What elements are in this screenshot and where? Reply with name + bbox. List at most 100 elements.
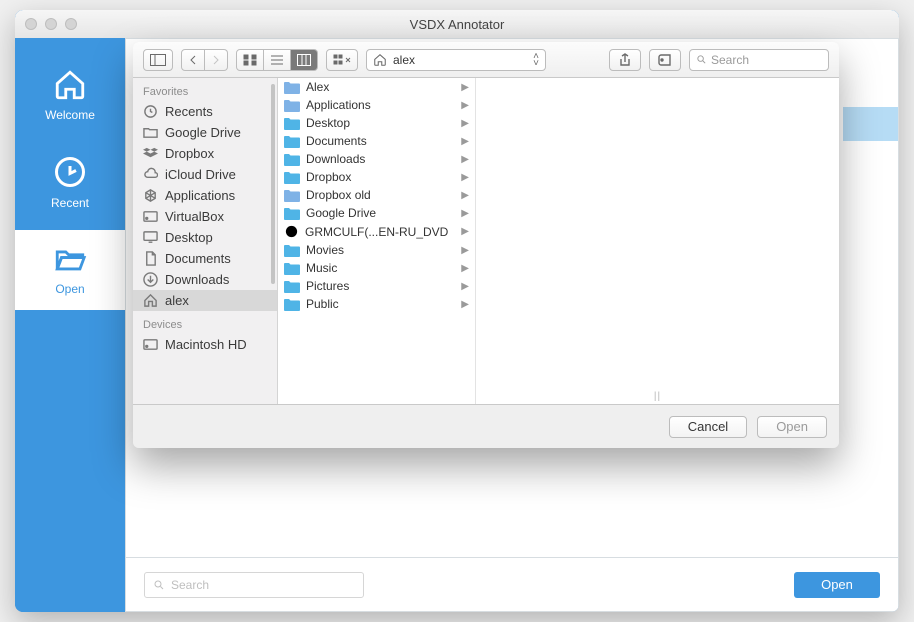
column-item[interactable]: Google Drive▶ xyxy=(278,204,475,222)
finder-sidebar-item[interactable]: Recents xyxy=(133,101,277,122)
column-item[interactable]: Dropbox old ▶ xyxy=(278,186,475,204)
chevron-right-icon: ▶ xyxy=(461,299,469,310)
file-open-dialog: alex ˄˅ Search FavoritesRecentsGoogle Dr… xyxy=(133,42,839,448)
list-view-button[interactable] xyxy=(264,49,291,71)
sidebar-item-open[interactable]: Open xyxy=(15,230,125,310)
finder-sidebar-item[interactable]: VirtualBox xyxy=(133,206,277,227)
dialog-body: FavoritesRecentsGoogle DriveDropboxiClou… xyxy=(133,78,839,404)
column-item[interactable]: Downloads ▶ xyxy=(278,150,475,168)
sidebar-toggle-group xyxy=(143,49,173,71)
arrange-icon xyxy=(333,54,351,66)
finder-sidebar-item-label: Desktop xyxy=(165,230,213,245)
back-button[interactable] xyxy=(181,49,205,71)
bg-selection-ribbon xyxy=(843,107,898,141)
sidebar-icon xyxy=(150,54,166,66)
column-0[interactable]: Alex▶Applications▶Desktop▶Documents▶Down… xyxy=(278,78,476,404)
cancel-button[interactable]: Cancel xyxy=(669,416,747,438)
sidebar-item-recent[interactable]: Recent xyxy=(15,142,125,224)
chevron-right-icon: ▶ xyxy=(461,154,469,165)
sidebar-item-label: Recent xyxy=(51,196,89,210)
finder-sidebar-item-label: Documents xyxy=(165,251,231,266)
sidebar-item-welcome[interactable]: Welcome xyxy=(15,56,125,136)
columns-icon xyxy=(297,54,311,66)
column-item-label: Music xyxy=(306,261,337,275)
tags-button[interactable] xyxy=(649,49,681,71)
share-icon xyxy=(619,53,631,67)
column-item[interactable]: Alex▶ xyxy=(278,78,475,96)
chevron-right-icon: ▶ xyxy=(461,136,469,147)
column-item-label: Public xyxy=(306,297,339,311)
column-item-label: Movies xyxy=(306,243,344,257)
tag-icon xyxy=(658,54,672,66)
finder-sidebar-item[interactable]: iCloud Drive xyxy=(133,164,277,185)
house-icon xyxy=(373,53,387,67)
finder-sidebar-item[interactable]: Macintosh HD xyxy=(133,334,277,355)
finder-sidebar-item[interactable]: Dropbox xyxy=(133,143,277,164)
finder-sidebar-item-label: Macintosh HD xyxy=(165,337,247,352)
finder-sidebar-item-label: Downloads xyxy=(165,272,229,287)
column-item[interactable]: Movies▶ xyxy=(278,241,475,259)
app-search-placeholder: Search xyxy=(171,578,209,592)
finder-sidebar-item[interactable]: Documents xyxy=(133,248,277,269)
column-1[interactable]: || xyxy=(476,78,839,404)
finder-sidebar[interactable]: FavoritesRecentsGoogle Drive Dropbox iClou… xyxy=(133,78,278,404)
window-title: VSDX Annotator xyxy=(15,17,899,32)
column-item[interactable]: Desktop ▶ xyxy=(278,114,475,132)
column-item-label: Alex xyxy=(306,80,329,94)
titlebar: VSDX Annotator xyxy=(15,10,899,38)
column-item[interactable]: Dropbox▶ xyxy=(278,168,475,186)
finder-sidebar-item[interactable]: Applications xyxy=(133,185,277,206)
column-item-label: Downloads xyxy=(306,152,365,166)
finder-sidebar-item-label: Dropbox xyxy=(165,146,214,161)
forward-button[interactable] xyxy=(205,49,228,71)
sidebar-item-label: Welcome xyxy=(45,108,95,122)
clock-icon xyxy=(52,154,88,190)
app-open-button[interactable]: Open xyxy=(794,572,880,598)
column-item-label: Pictures xyxy=(306,279,349,293)
app-search-input[interactable]: Search xyxy=(144,572,364,598)
nav-buttons xyxy=(181,49,228,71)
list-icon xyxy=(270,54,284,66)
sidebar-toggle-button[interactable] xyxy=(143,49,173,71)
column-view-button[interactable] xyxy=(291,49,318,71)
icon-view-button[interactable] xyxy=(236,49,264,71)
view-mode-buttons xyxy=(236,49,318,71)
column-item[interactable]: Public ▶ xyxy=(278,295,475,313)
column-item[interactable]: Pictures▶ xyxy=(278,277,475,295)
share-button[interactable] xyxy=(609,49,641,71)
column-item-label: Google Drive xyxy=(306,206,376,220)
path-dropdown[interactable]: alex ˄˅ xyxy=(366,49,546,71)
column-item[interactable]: Documents▶ xyxy=(278,132,475,150)
column-item-label: Dropbox xyxy=(306,170,351,184)
search-icon xyxy=(153,579,165,591)
chevron-right-icon xyxy=(211,55,221,65)
sidebar-section-header: Devices xyxy=(133,311,277,334)
finder-sidebar-item-label: alex xyxy=(165,293,189,308)
chevron-right-icon: ▶ xyxy=(461,118,469,129)
sidebar-section-header: Favorites xyxy=(133,78,277,101)
column-item[interactable]: Applications▶ xyxy=(278,96,475,114)
column-item[interactable]: GRMCULF(...EN-RU_DVD▶ xyxy=(278,222,475,241)
finder-sidebar-item[interactable]: Google Drive xyxy=(133,122,277,143)
chevron-right-icon: ▶ xyxy=(461,190,469,201)
column-resize-handle[interactable]: || xyxy=(654,391,661,402)
dialog-search-placeholder: Search xyxy=(711,53,749,67)
column-item-label: Dropbox old xyxy=(306,188,371,202)
column-item-label: GRMCULF(...EN-RU_DVD xyxy=(305,225,448,239)
dialog-footer: Cancel Open xyxy=(133,404,839,448)
finder-sidebar-item[interactable]: Downloads xyxy=(133,269,277,290)
open-button[interactable]: Open xyxy=(757,416,827,438)
house-icon xyxy=(51,68,89,102)
dialog-search-input[interactable]: Search xyxy=(689,49,829,71)
column-item[interactable]: Music▶ xyxy=(278,259,475,277)
column-item-label: Desktop xyxy=(306,116,350,130)
arrange-button[interactable] xyxy=(326,49,358,71)
folder-open-icon xyxy=(49,242,91,276)
finder-sidebar-item[interactable]: alex xyxy=(133,290,277,311)
arrange-group xyxy=(326,49,358,71)
grid-icon xyxy=(243,54,257,66)
finder-sidebar-item[interactable]: Desktop xyxy=(133,227,277,248)
search-icon xyxy=(696,54,707,65)
column-item-label: Applications xyxy=(306,98,371,112)
finder-sidebar-item-label: iCloud Drive xyxy=(165,167,236,182)
